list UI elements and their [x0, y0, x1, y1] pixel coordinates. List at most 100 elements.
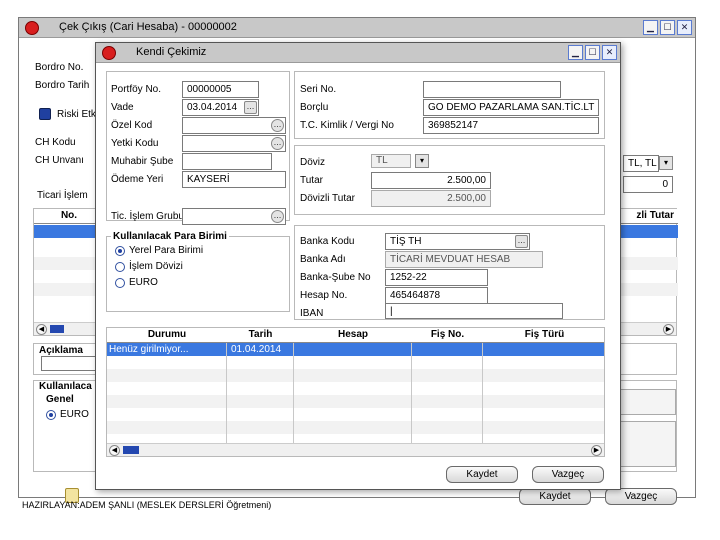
lookup-icon[interactable]: …: [271, 119, 284, 132]
ticari-islem-label: Ticari İşlem: [37, 190, 88, 201]
grid-header-durumu[interactable]: Durumu: [107, 328, 227, 343]
doviz-dropdown-icon[interactable]: ▾: [415, 154, 429, 168]
back-grid-tutar-header: zli Tutar: [620, 209, 678, 224]
lookup-icon[interactable]: …: [271, 210, 284, 223]
table-row[interactable]: [107, 421, 604, 434]
islem-dovizi-radio[interactable]: [115, 262, 125, 272]
para-birimi-title: Kullanılacak Para Birimi: [111, 231, 229, 242]
banka-kodu-field[interactable]: TİŞ TH …: [385, 233, 530, 250]
kendi-cekimiz-title: Kendi Çekimiz: [136, 46, 207, 58]
scroll-thumb[interactable]: [50, 325, 64, 333]
tutar-field[interactable]: 2.500,00: [371, 172, 491, 189]
ozel-kod-field[interactable]: …: [182, 117, 286, 134]
borclu-label: Borçlu: [300, 102, 329, 113]
column-divider: [293, 343, 294, 443]
yerel-para-label: Yerel Para Birimi: [129, 245, 204, 256]
banka-adi-field[interactable]: TİCARİ MEVDUAT HESAB: [385, 251, 543, 268]
scroll-thumb[interactable]: [123, 446, 139, 454]
lookup-icon[interactable]: …: [515, 235, 528, 248]
para-birimi-group: Kullanılacak Para Birimi Yerel Para Biri…: [106, 231, 290, 312]
minimize-icon[interactable]: ▁: [643, 20, 658, 35]
euro-radio[interactable]: [115, 278, 125, 288]
close-icon[interactable]: ✕: [602, 45, 617, 60]
back-currency-dropdown-icon[interactable]: ▾: [659, 156, 673, 170]
vade-field[interactable]: 03.04.2014 …: [182, 99, 259, 116]
bordro-no-label: Bordro No.: [35, 62, 84, 73]
vazgec-button[interactable]: Vazgeç: [532, 466, 604, 483]
back-grid-row[interactable]: [620, 257, 678, 270]
seri-no-label: Seri No.: [300, 84, 337, 95]
table-row[interactable]: [107, 382, 604, 395]
grid-hscrollbar[interactable]: ◀ ▶: [107, 443, 604, 456]
odeme-yeri-field[interactable]: KAYSERİ: [182, 171, 286, 188]
lookup-icon[interactable]: …: [271, 137, 284, 150]
portfoy-no-field[interactable]: 00000005: [182, 81, 259, 98]
tc-kimlik-field[interactable]: 369852147: [423, 117, 599, 134]
column-divider: [226, 343, 227, 443]
hesap-no-field[interactable]: 465464878: [385, 287, 488, 304]
borclu-field[interactable]: GO DEMO PAZARLAMA SAN.TİC.LT: [423, 99, 599, 116]
calendar-icon[interactable]: …: [244, 101, 257, 114]
maximize-icon[interactable]: ☐: [585, 45, 600, 60]
back-zero-field[interactable]: 0: [623, 176, 673, 193]
banka-kodu-value: TİŞ TH: [390, 236, 422, 247]
grid-header-fis-no[interactable]: Fiş No.: [412, 328, 483, 343]
scroll-left-icon[interactable]: ◀: [109, 445, 120, 456]
tc-kimlik-label: T.C. Kimlik / Vergi No: [300, 120, 394, 131]
iban-field[interactable]: |: [385, 303, 563, 319]
yetki-kodu-field[interactable]: …: [182, 135, 286, 152]
ch-unvani-label: CH Unvanı: [35, 155, 84, 166]
yetki-kodu-label: Yetki Kodu: [111, 138, 159, 149]
hesap-no-label: Hesap No.: [300, 290, 348, 301]
table-row[interactable]: [107, 369, 604, 382]
seri-no-field[interactable]: [423, 81, 561, 98]
back-grid-selected-row[interactable]: [34, 225, 104, 238]
scroll-right-icon[interactable]: ▶: [663, 324, 674, 335]
cek-cikis-titlebar[interactable]: Çek Çıkış (Cari Hesaba) - 00000002 ▁ ☐ ✕: [19, 18, 695, 38]
muhabir-sube-field[interactable]: [182, 153, 272, 170]
banka-sube-label: Banka-Şube No: [300, 272, 371, 283]
muhabir-sube-label: Muhabir Şube: [111, 156, 174, 167]
back-grid-selected-row-end[interactable]: [620, 225, 678, 238]
banka-sube-field[interactable]: 1252-22: [385, 269, 488, 286]
vade-label: Vade: [111, 102, 134, 113]
tic-islem-field[interactable]: …: [182, 208, 286, 225]
kendi-cekimiz-titlebar[interactable]: Kendi Çekimiz ▁ ☐ ✕: [96, 43, 620, 63]
close-icon[interactable]: ✕: [677, 20, 692, 35]
islem-dovizi-label: İşlem Dövizi: [129, 261, 183, 272]
table-row[interactable]: [107, 395, 604, 408]
column-divider: [482, 343, 483, 443]
grid-header-hesap[interactable]: Hesap: [294, 328, 412, 343]
table-row[interactable]: [107, 356, 604, 369]
euro-radio[interactable]: [46, 410, 56, 420]
ozel-kod-label: Özel Kod: [111, 120, 153, 131]
back-grid-row[interactable]: [620, 283, 678, 296]
grid-header-tarih[interactable]: Tarih: [227, 328, 294, 343]
back-currency-field[interactable]: TL, TL: [623, 155, 659, 172]
iban-label: IBAN: [300, 308, 324, 319]
borclu-panel: Seri No. Borçlu GO DEMO PAZARLAMA SAN.Tİ…: [294, 71, 605, 139]
maximize-icon[interactable]: ☐: [660, 20, 675, 35]
scroll-right-icon[interactable]: ▶: [591, 445, 602, 456]
kaydet-button[interactable]: Kaydet: [446, 466, 518, 483]
minimize-icon[interactable]: ▁: [568, 45, 583, 60]
scroll-left-icon[interactable]: ◀: [36, 324, 47, 335]
back-grid-row[interactable]: [34, 257, 104, 270]
back-vazgec-button[interactable]: Vazgeç: [605, 488, 677, 505]
doviz-panel: Döviz TL ▾ Tutar 2.500,00 Dövizli Tutar …: [294, 145, 605, 215]
kendi-cekimiz-window: Kendi Çekimiz ▁ ☐ ✕ Portföy No. 00000005…: [95, 42, 621, 490]
table-row[interactable]: [107, 408, 604, 421]
yerel-para-radio[interactable]: [115, 246, 125, 256]
grid-header-fis-turu[interactable]: Fiş Türü: [483, 328, 604, 343]
back-grid-no-header: No.: [34, 209, 104, 224]
banka-panel: Banka Kodu TİŞ TH … Banka Adı TİCARİ MEV…: [294, 225, 605, 320]
bordro-tarih-label: Bordro Tarih: [35, 80, 90, 91]
dovizli-tutar-field[interactable]: 2.500,00: [371, 190, 491, 207]
euro-option-label: EURO: [129, 277, 158, 288]
doviz-field[interactable]: TL: [371, 154, 411, 168]
grid-body: Henüz girilmiyor... 01.04.2014: [107, 343, 604, 443]
riski-checkbox[interactable]: [39, 108, 51, 120]
back-kaydet-button[interactable]: Kaydet: [519, 488, 591, 505]
table-row[interactable]: Henüz girilmiyor... 01.04.2014: [107, 343, 604, 356]
back-grid-row[interactable]: [34, 283, 104, 296]
